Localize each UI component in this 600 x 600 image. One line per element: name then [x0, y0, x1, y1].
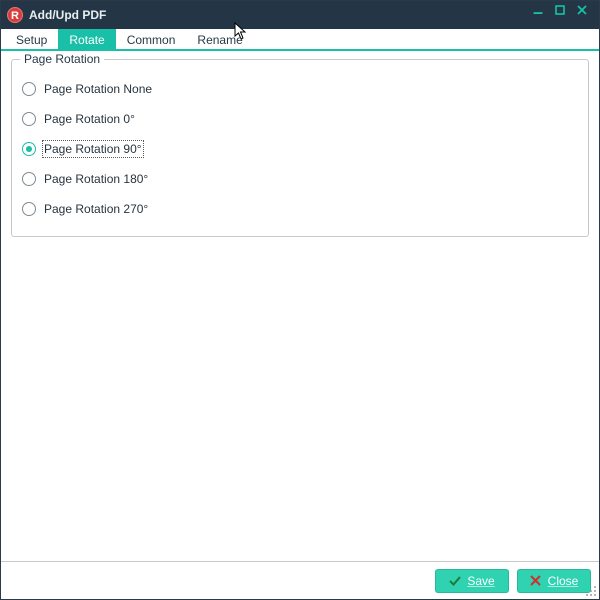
window-minimize-button[interactable]: – [527, 5, 549, 25]
window-maximize-button[interactable] [549, 5, 571, 25]
radio-rotation-180[interactable]: Page Rotation 180° [22, 164, 578, 194]
check-icon [449, 575, 461, 587]
radio-rotation-90[interactable]: Page Rotation 90° [22, 134, 578, 164]
save-button[interactable]: Save [435, 569, 509, 593]
close-icon [577, 5, 587, 15]
save-button-label: Save [467, 574, 494, 588]
tab-label: Common [127, 33, 176, 47]
radio-label: Page Rotation 180° [44, 172, 148, 186]
close-button-label: Close [548, 574, 579, 588]
resize-grip-icon[interactable] [585, 585, 597, 597]
radio-rotation-270[interactable]: Page Rotation 270° [22, 194, 578, 224]
window-close-button[interactable] [571, 5, 593, 25]
radio-label: Page Rotation 90° [44, 142, 142, 156]
page-rotation-group: Page Rotation Page Rotation None Page Ro… [11, 59, 589, 237]
maximize-icon [555, 5, 565, 15]
radio-rotation-none[interactable]: Page Rotation None [22, 74, 578, 104]
dialog-footer: Save Close [1, 561, 599, 599]
tab-rotate[interactable]: Rotate [58, 29, 115, 50]
radio-label: Page Rotation 0° [44, 112, 135, 126]
tab-common[interactable]: Common [116, 29, 187, 50]
dialog-window: R Add/Upd PDF – Setup Rotate Common Rena… [0, 0, 600, 600]
radio-icon [22, 82, 36, 96]
radio-icon [22, 142, 36, 156]
radio-label: Page Rotation None [44, 82, 152, 96]
radio-icon [22, 172, 36, 186]
tab-rename[interactable]: Rename [186, 29, 253, 50]
tab-content: Page Rotation Page Rotation None Page Ro… [1, 51, 599, 561]
x-icon [530, 575, 542, 587]
minimize-icon: – [533, 2, 543, 22]
app-icon: R [7, 7, 23, 23]
titlebar[interactable]: R Add/Upd PDF – [1, 1, 599, 29]
radio-rotation-0[interactable]: Page Rotation 0° [22, 104, 578, 134]
tab-strip: Setup Rotate Common Rename [1, 29, 599, 51]
tab-label: Rotate [69, 33, 104, 47]
window-title: Add/Upd PDF [29, 8, 106, 22]
tab-label: Setup [16, 33, 47, 47]
tab-setup[interactable]: Setup [5, 29, 58, 50]
tab-label: Rename [197, 33, 242, 47]
radio-icon [22, 112, 36, 126]
radio-label: Page Rotation 270° [44, 202, 148, 216]
group-legend: Page Rotation [20, 52, 104, 66]
close-button[interactable]: Close [517, 569, 591, 593]
radio-icon [22, 202, 36, 216]
